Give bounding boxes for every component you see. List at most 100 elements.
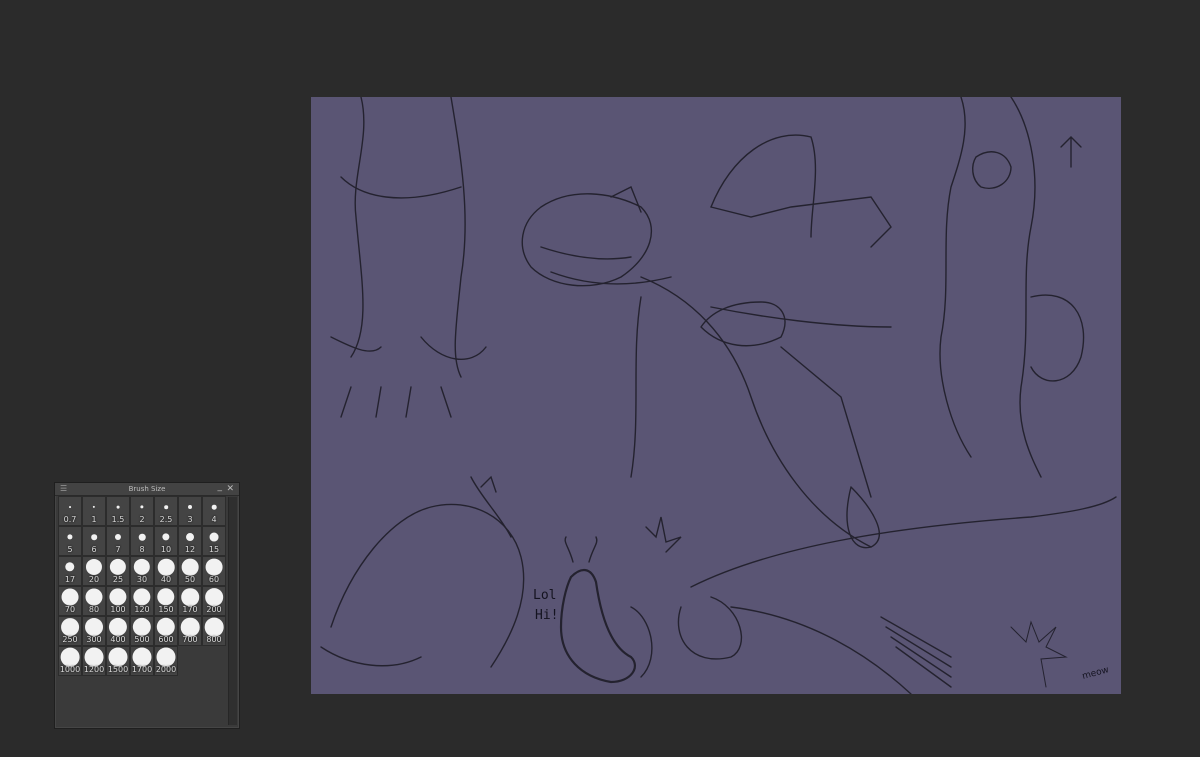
brush-preview-dot (108, 617, 128, 637)
brush-size-grid: 0.7 1 1.5 2 2.5 3 4 5 6 7 8 10 12 15 17 20 25 30 40 50 60 70 8… (58, 496, 226, 676)
brush-preview-dot (164, 505, 168, 509)
brush-size-cell[interactable]: 1.5 (106, 496, 130, 526)
brush-size-label: 7 (115, 545, 121, 554)
brush-preview-dot (92, 505, 96, 509)
brush-size-label: 3 (187, 515, 193, 524)
brush-preview-dot (116, 505, 120, 509)
brush-preview-dot (84, 647, 104, 667)
brush-preview-dot (85, 558, 103, 576)
doodle-text-hi: Hi! (535, 608, 558, 623)
brush-size-label: 400 (110, 635, 126, 644)
brush-size-label: 6 (91, 545, 97, 554)
brush-preview-dot (205, 558, 223, 576)
brush-size-label: 300 (86, 635, 102, 644)
brush-size-cell[interactable]: 1700 (130, 646, 154, 676)
drawing-canvas[interactable]: Lol Hi! meow (311, 97, 1121, 694)
brush-size-cell[interactable]: 80 (82, 586, 106, 616)
panel-titlebar[interactable]: ☰ Brush Size _ ✕ (55, 481, 239, 496)
close-icon[interactable]: ✕ (226, 483, 234, 495)
brush-size-label: 12 (184, 545, 196, 554)
brush-size-cell[interactable]: 700 (178, 616, 202, 646)
brush-preview-dot (209, 532, 219, 542)
brush-size-cell[interactable]: 600 (154, 616, 178, 646)
brush-preview-dot (133, 588, 151, 606)
brush-size-cell[interactable]: 1200 (82, 646, 106, 676)
brush-size-label: 250 (62, 635, 78, 644)
brush-size-cell[interactable]: 0.7 (58, 496, 82, 526)
brush-preview-dot (186, 533, 194, 541)
sketch-layer: Lol Hi! meow (320, 97, 1117, 694)
panel-scrollbar[interactable] (228, 497, 237, 725)
brush-size-label: 17 (64, 575, 76, 584)
brush-preview-dot (132, 617, 152, 637)
brush-size-label: 8 (139, 545, 145, 554)
brush-size-cell[interactable]: 15 (202, 526, 226, 556)
brush-size-cell[interactable]: 2000 (154, 646, 178, 676)
brush-size-cell[interactable]: 10 (154, 526, 178, 556)
brush-size-cell[interactable]: 25 (106, 556, 130, 586)
brush-size-label: 1000 (59, 665, 81, 674)
brush-preview-dot (85, 588, 103, 606)
brush-size-label: 170 (182, 605, 198, 614)
brush-preview-dot (132, 647, 152, 667)
brush-size-cell[interactable]: 100 (106, 586, 130, 616)
brush-size-cell[interactable]: 1000 (58, 646, 82, 676)
brush-preview-dot (109, 588, 127, 606)
minimize-icon[interactable]: _ (218, 481, 223, 493)
brush-size-cell[interactable]: 12 (178, 526, 202, 556)
brush-size-cell[interactable]: 200 (202, 586, 226, 616)
brush-size-cell[interactable]: 3 (178, 496, 202, 526)
brush-size-cell[interactable]: 1500 (106, 646, 130, 676)
brush-size-label: 120 (134, 605, 150, 614)
brush-size-cell[interactable]: 2 (130, 496, 154, 526)
brush-size-cell[interactable]: 20 (82, 556, 106, 586)
brush-size-cell[interactable]: 120 (130, 586, 154, 616)
brush-preview-dot (180, 617, 200, 637)
brush-size-label: 5 (67, 545, 73, 554)
brush-size-label: 40 (160, 575, 172, 584)
brush-size-cell[interactable]: 2.5 (154, 496, 178, 526)
brush-preview-dot (181, 588, 199, 606)
brush-size-cell[interactable]: 30 (130, 556, 154, 586)
brush-size-cell[interactable]: 150 (154, 586, 178, 616)
brush-preview-dot (156, 647, 176, 667)
brush-size-label: 4 (211, 515, 217, 524)
brush-preview-dot (61, 588, 79, 606)
brush-size-label: 2 (139, 515, 145, 524)
brush-size-cell[interactable]: 800 (202, 616, 226, 646)
brush-size-cell[interactable]: 300 (82, 616, 106, 646)
brush-preview-dot (162, 533, 170, 541)
brush-size-cell[interactable]: 70 (58, 586, 82, 616)
brush-size-cell[interactable]: 7 (106, 526, 130, 556)
brush-preview-dot (157, 588, 175, 606)
brush-size-cell[interactable]: 5 (58, 526, 82, 556)
brush-preview-dot (69, 506, 71, 508)
brush-size-cell[interactable]: 6 (82, 526, 106, 556)
brush-size-cell[interactable]: 250 (58, 616, 82, 646)
brush-size-label: 1200 (83, 665, 105, 674)
brush-size-cell[interactable]: 60 (202, 556, 226, 586)
brush-size-panel: ☰ Brush Size _ ✕ 0.7 1 1.5 2 2.5 3 4 5 6 7 8 10 12 15… (54, 482, 240, 729)
brush-preview-dot (204, 617, 224, 637)
brush-size-label: 1500 (107, 665, 129, 674)
brush-size-cell[interactable]: 40 (154, 556, 178, 586)
brush-preview-dot (91, 534, 97, 540)
brush-size-cell[interactable]: 17 (58, 556, 82, 586)
brush-preview-dot (205, 588, 223, 606)
brush-size-label: 1700 (131, 665, 153, 674)
brush-size-label: 0.7 (63, 515, 77, 524)
brush-preview-dot (181, 558, 199, 576)
brush-preview-dot (133, 558, 151, 576)
brush-size-cell[interactable]: 8 (130, 526, 154, 556)
brush-size-cell[interactable]: 4 (202, 496, 226, 526)
brush-size-label: 80 (88, 605, 100, 614)
brush-preview-dot (211, 504, 217, 510)
brush-size-cell[interactable]: 400 (106, 616, 130, 646)
brush-size-cell[interactable]: 170 (178, 586, 202, 616)
brush-size-cell[interactable]: 50 (178, 556, 202, 586)
brush-size-label: 2000 (155, 665, 177, 674)
brush-preview-dot (67, 534, 73, 540)
brush-size-cell[interactable]: 500 (130, 616, 154, 646)
brush-size-cell[interactable]: 1 (82, 496, 106, 526)
panel-title: Brush Size (128, 485, 166, 493)
